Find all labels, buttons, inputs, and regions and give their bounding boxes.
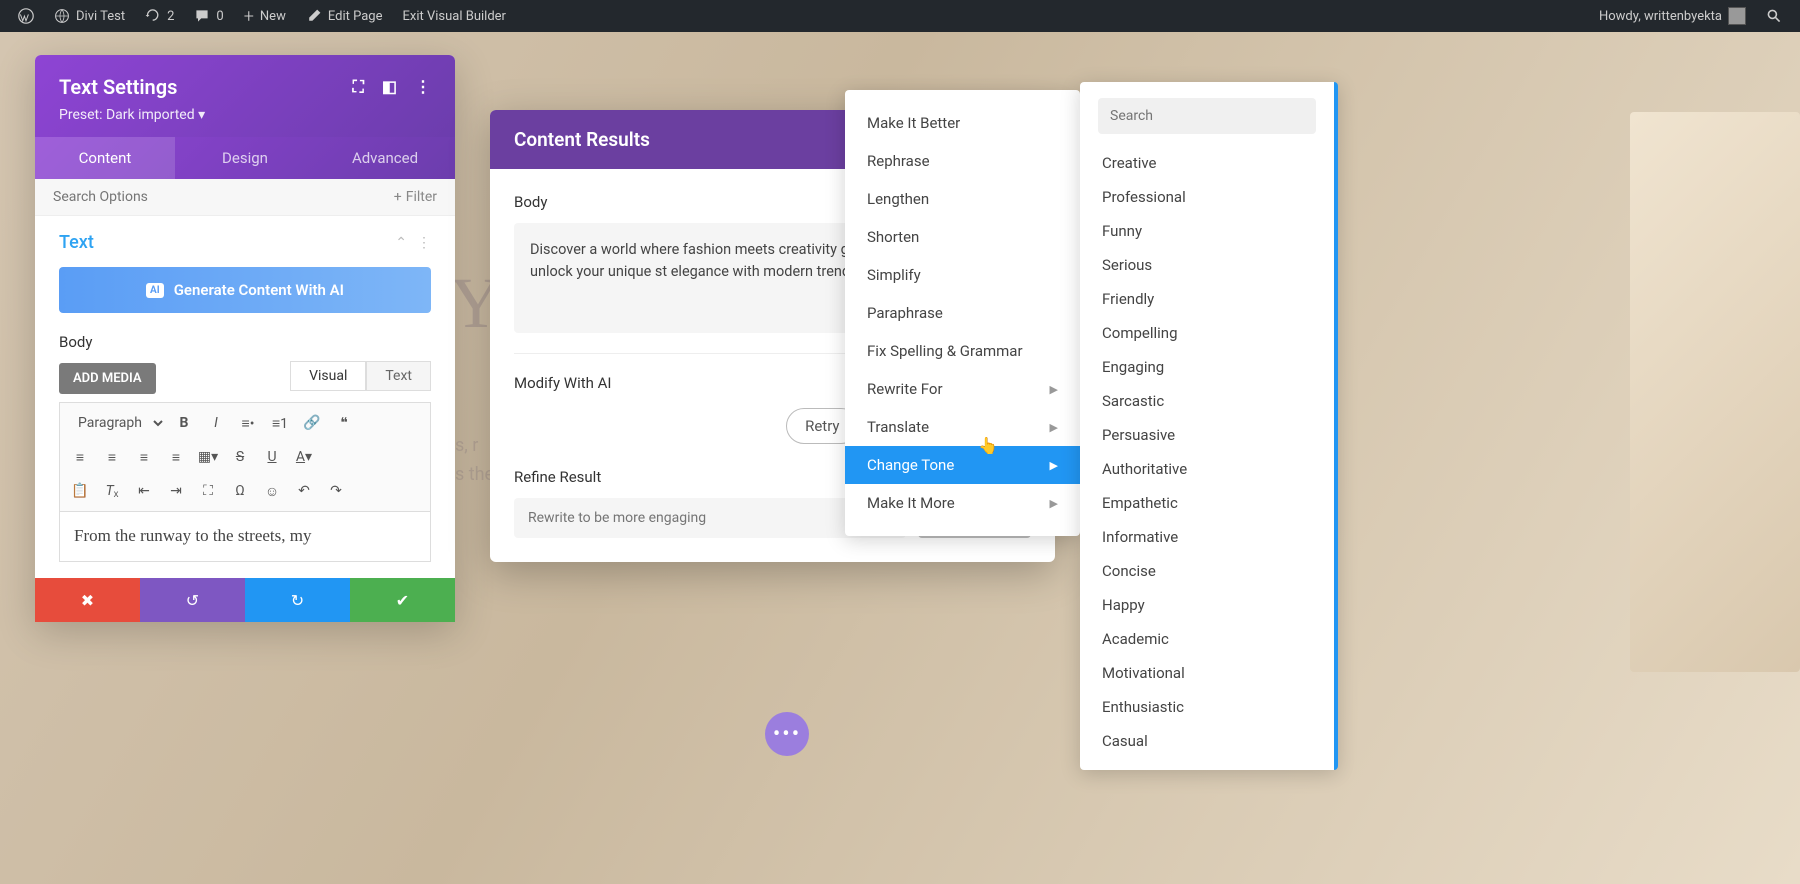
search-options-input[interactable] [53,189,394,205]
improve-item-rewrite-for[interactable]: Rewrite For▶ [845,370,1080,408]
improve-item-simplify[interactable]: Simplify [845,256,1080,294]
tone-submenu: CreativeProfessionalFunnySeriousFriendly… [1080,82,1338,770]
tone-item-academic[interactable]: Academic [1080,622,1334,656]
paragraph-select[interactable]: Paragraph [66,410,166,436]
snap-icon[interactable]: ◧ [382,77,397,97]
tone-item-professional[interactable]: Professional [1080,180,1334,214]
editor-content[interactable]: From the runway to the streets, my [59,512,431,562]
avatar [1728,7,1746,25]
outdent-icon[interactable]: ⇤ [130,477,158,505]
editor-tab-text[interactable]: Text [366,361,431,391]
tab-design[interactable]: Design [175,137,315,179]
save-button[interactable]: ✔ [350,578,455,622]
improve-item-change-tone[interactable]: Change Tone▶ [845,446,1080,484]
ai-badge-icon: AI [146,283,164,298]
tone-item-friendly[interactable]: Friendly [1080,282,1334,316]
improve-item-paraphrase[interactable]: Paraphrase [845,294,1080,332]
tone-item-engaging[interactable]: Engaging [1080,350,1334,384]
align-right-icon[interactable]: ≡ [130,443,158,471]
number-list-icon[interactable]: ≡1 [266,409,294,437]
align-justify-icon[interactable]: ≡ [162,443,190,471]
bold-icon[interactable]: B [170,409,198,437]
add-media-button[interactable]: ADD MEDIA [59,363,156,394]
improve-item-make-it-better[interactable]: Make It Better [845,104,1080,142]
paste-icon[interactable]: 📋 [66,477,94,505]
fullscreen-icon[interactable]: ⛶ [194,477,222,505]
tone-item-happy[interactable]: Happy [1080,588,1334,622]
tone-item-sarcastic[interactable]: Sarcastic [1080,384,1334,418]
comments[interactable]: 0 [184,0,233,32]
redo-toolbar-icon[interactable]: ↷ [322,477,350,505]
tone-item-concise[interactable]: Concise [1080,554,1334,588]
bg-right-panel [1630,112,1800,672]
updates[interactable]: 2 [135,0,184,32]
site-name[interactable]: Divi Test [44,0,135,32]
edit-page[interactable]: Edit Page [296,0,393,32]
wp-admin-bar: Divi Test 2 0 +New Edit Page Exit Visual… [0,0,1800,32]
divi-fab-button[interactable]: ••• [765,712,809,756]
generate-content-ai-button[interactable]: AI Generate Content With AI [59,267,431,313]
italic-icon[interactable]: I [202,409,230,437]
cancel-button[interactable]: ✖ [35,578,140,622]
improve-item-rephrase[interactable]: Rephrase [845,142,1080,180]
redo-button[interactable]: ↻ [245,578,350,622]
editor-toolbar: Paragraph B I ≡• ≡1 🔗 ❝ ≡ ≡ ≡ ≡ ▦▾ S U A… [59,402,431,512]
tab-content[interactable]: Content [35,137,175,179]
tone-item-informative[interactable]: Informative [1080,520,1334,554]
link-icon[interactable]: 🔗 [298,409,326,437]
align-left-icon[interactable]: ≡ [66,443,94,471]
clear-format-icon[interactable]: Tₓ [98,477,126,505]
tone-search-input[interactable] [1098,98,1316,134]
new-button[interactable]: +New [234,0,296,32]
exit-visual-builder[interactable]: Exit Visual Builder [392,0,515,32]
text-section-toggle[interactable]: Text ⌃⋮ [59,232,431,253]
omega-icon[interactable]: Ω [226,477,254,505]
tone-item-compelling[interactable]: Compelling [1080,316,1334,350]
search-icon[interactable] [1756,0,1792,32]
tab-advanced[interactable]: Advanced [315,137,455,179]
indent-icon[interactable]: ⇥ [162,477,190,505]
text-settings-panel: Text Settings ⛶ ◧ ⋮ Preset: Dark importe… [35,55,455,622]
preset-dropdown[interactable]: Preset: Dark imported ▾ [59,107,431,123]
improve-item-shorten[interactable]: Shorten [845,218,1080,256]
wp-logo[interactable] [8,0,44,32]
body-label: Body [59,333,431,351]
tone-item-authoritative[interactable]: Authoritative [1080,452,1334,486]
tone-item-persuasive[interactable]: Persuasive [1080,418,1334,452]
text-color-icon[interactable]: A▾ [290,443,318,471]
strikethrough-icon[interactable]: S [226,443,254,471]
tone-item-motivational[interactable]: Motivational [1080,656,1334,690]
improve-item-fix-spelling-grammar[interactable]: Fix Spelling & Grammar [845,332,1080,370]
section-more-icon[interactable]: ⋮ [417,235,431,251]
improve-menu: Make It BetterRephraseLengthenShortenSim… [845,90,1080,536]
improve-item-make-it-more[interactable]: Make It More▶ [845,484,1080,522]
underline-icon[interactable]: U [258,443,286,471]
bg-subtext: s, rs the [455,432,494,490]
filter-button[interactable]: +Filter [394,189,437,205]
table-icon[interactable]: ▦▾ [194,443,222,471]
panel-title: Text Settings [59,75,177,99]
undo-button[interactable]: ↺ [140,578,245,622]
tone-item-casual[interactable]: Casual [1080,724,1334,758]
improve-item-lengthen[interactable]: Lengthen [845,180,1080,218]
chevron-up-icon: ⌃ [395,235,407,251]
tone-item-enthusiastic[interactable]: Enthusiastic [1080,690,1334,724]
quote-icon[interactable]: ❝ [330,409,358,437]
tone-item-serious[interactable]: Serious [1080,248,1334,282]
undo-toolbar-icon[interactable]: ↶ [290,477,318,505]
improve-item-translate[interactable]: Translate▶ [845,408,1080,446]
howdy-user[interactable]: Howdy, writtenbyekta [1589,0,1756,32]
tone-item-funny[interactable]: Funny [1080,214,1334,248]
expand-icon[interactable]: ⛶ [353,77,364,97]
emoji-icon[interactable]: ☺ [258,477,286,505]
tone-item-creative[interactable]: Creative [1080,146,1334,180]
align-center-icon[interactable]: ≡ [98,443,126,471]
bullet-list-icon[interactable]: ≡• [234,409,262,437]
editor-tab-visual[interactable]: Visual [290,361,366,391]
tone-item-empathetic[interactable]: Empathetic [1080,486,1334,520]
more-icon[interactable]: ⋮ [415,77,431,97]
